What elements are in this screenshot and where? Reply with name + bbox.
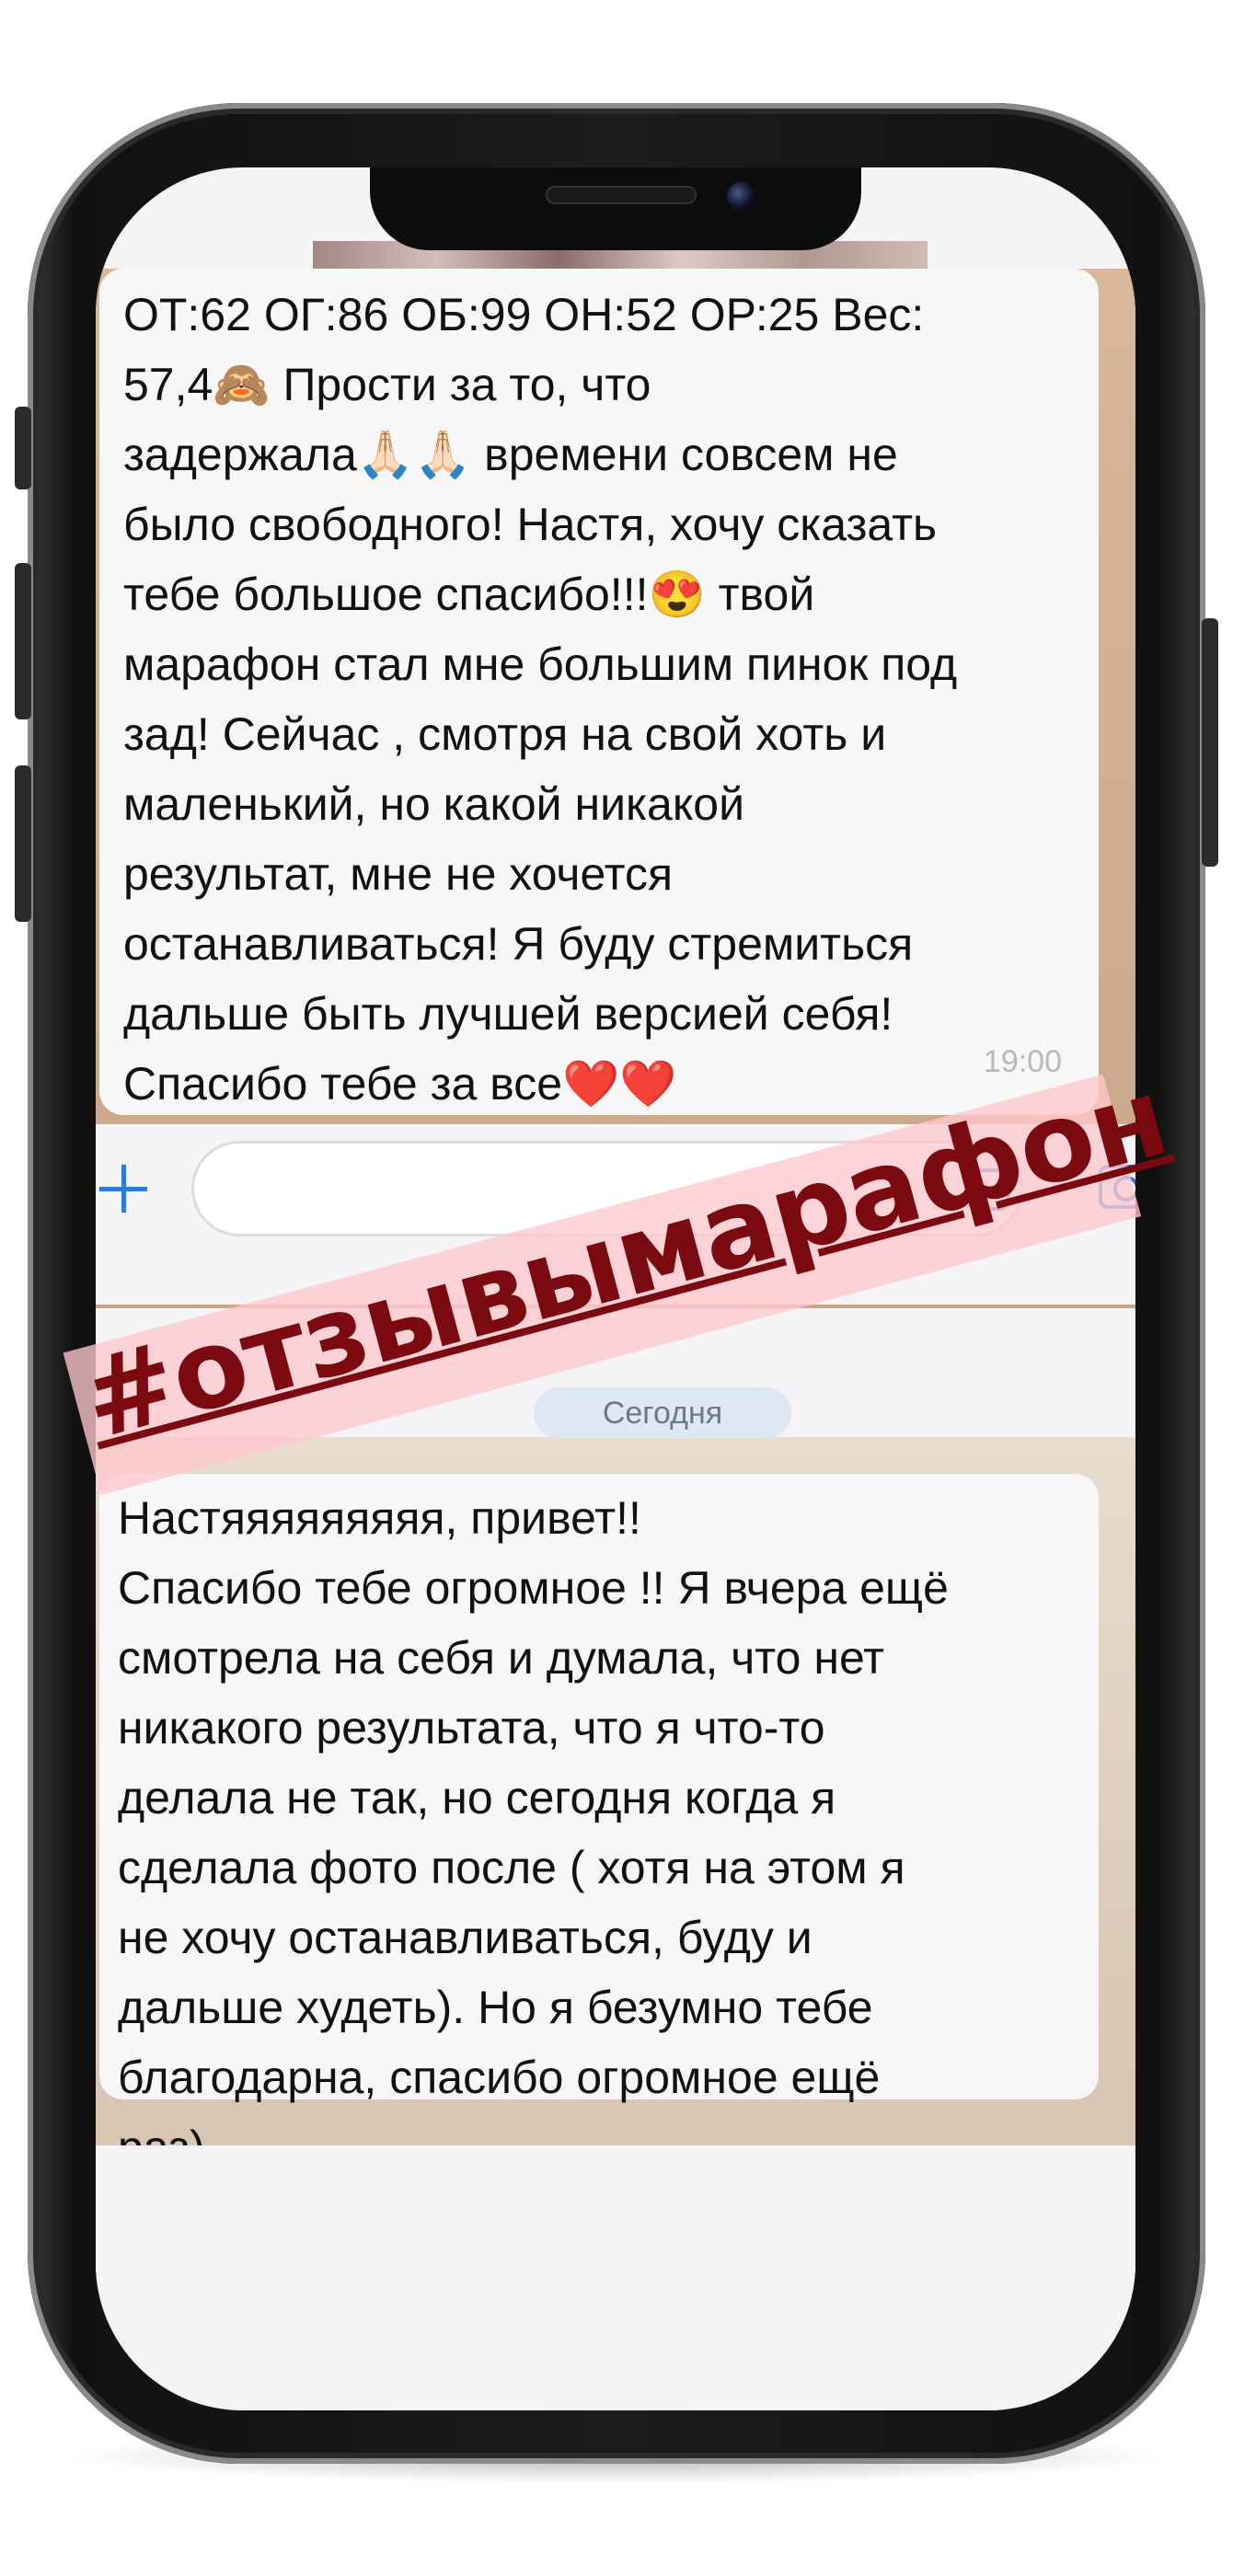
- front-camera-icon: [727, 182, 755, 210]
- message-bubble-2: Настяяяяяяяяя, привет!! Спасибо тебе огр…: [99, 1474, 1099, 2173]
- message-bubble-1: ОТ:62 ОГ:86 ОБ:99 ОН:52 ОР:25 Вес: 57,4🙈…: [99, 269, 1099, 1115]
- earpiece-speaker: [547, 188, 695, 202]
- date-separator: Сегодня: [534, 1387, 791, 1439]
- volume-up-button: [15, 563, 31, 719]
- message-2-text: Настяяяяяяяяя, привет!! Спасибо тебе огр…: [118, 1492, 949, 2173]
- screen-bottom-area: [96, 2145, 1135, 2410]
- volume-down-button: [15, 765, 31, 922]
- power-button: [1202, 618, 1218, 867]
- notch: [370, 167, 861, 250]
- message-1-text: ОТ:62 ОГ:86 ОБ:99 ОН:52 ОР:25 Вес: 57,4🙈…: [123, 289, 958, 1110]
- plus-icon[interactable]: [96, 1161, 151, 1216]
- mute-switch: [15, 407, 31, 489]
